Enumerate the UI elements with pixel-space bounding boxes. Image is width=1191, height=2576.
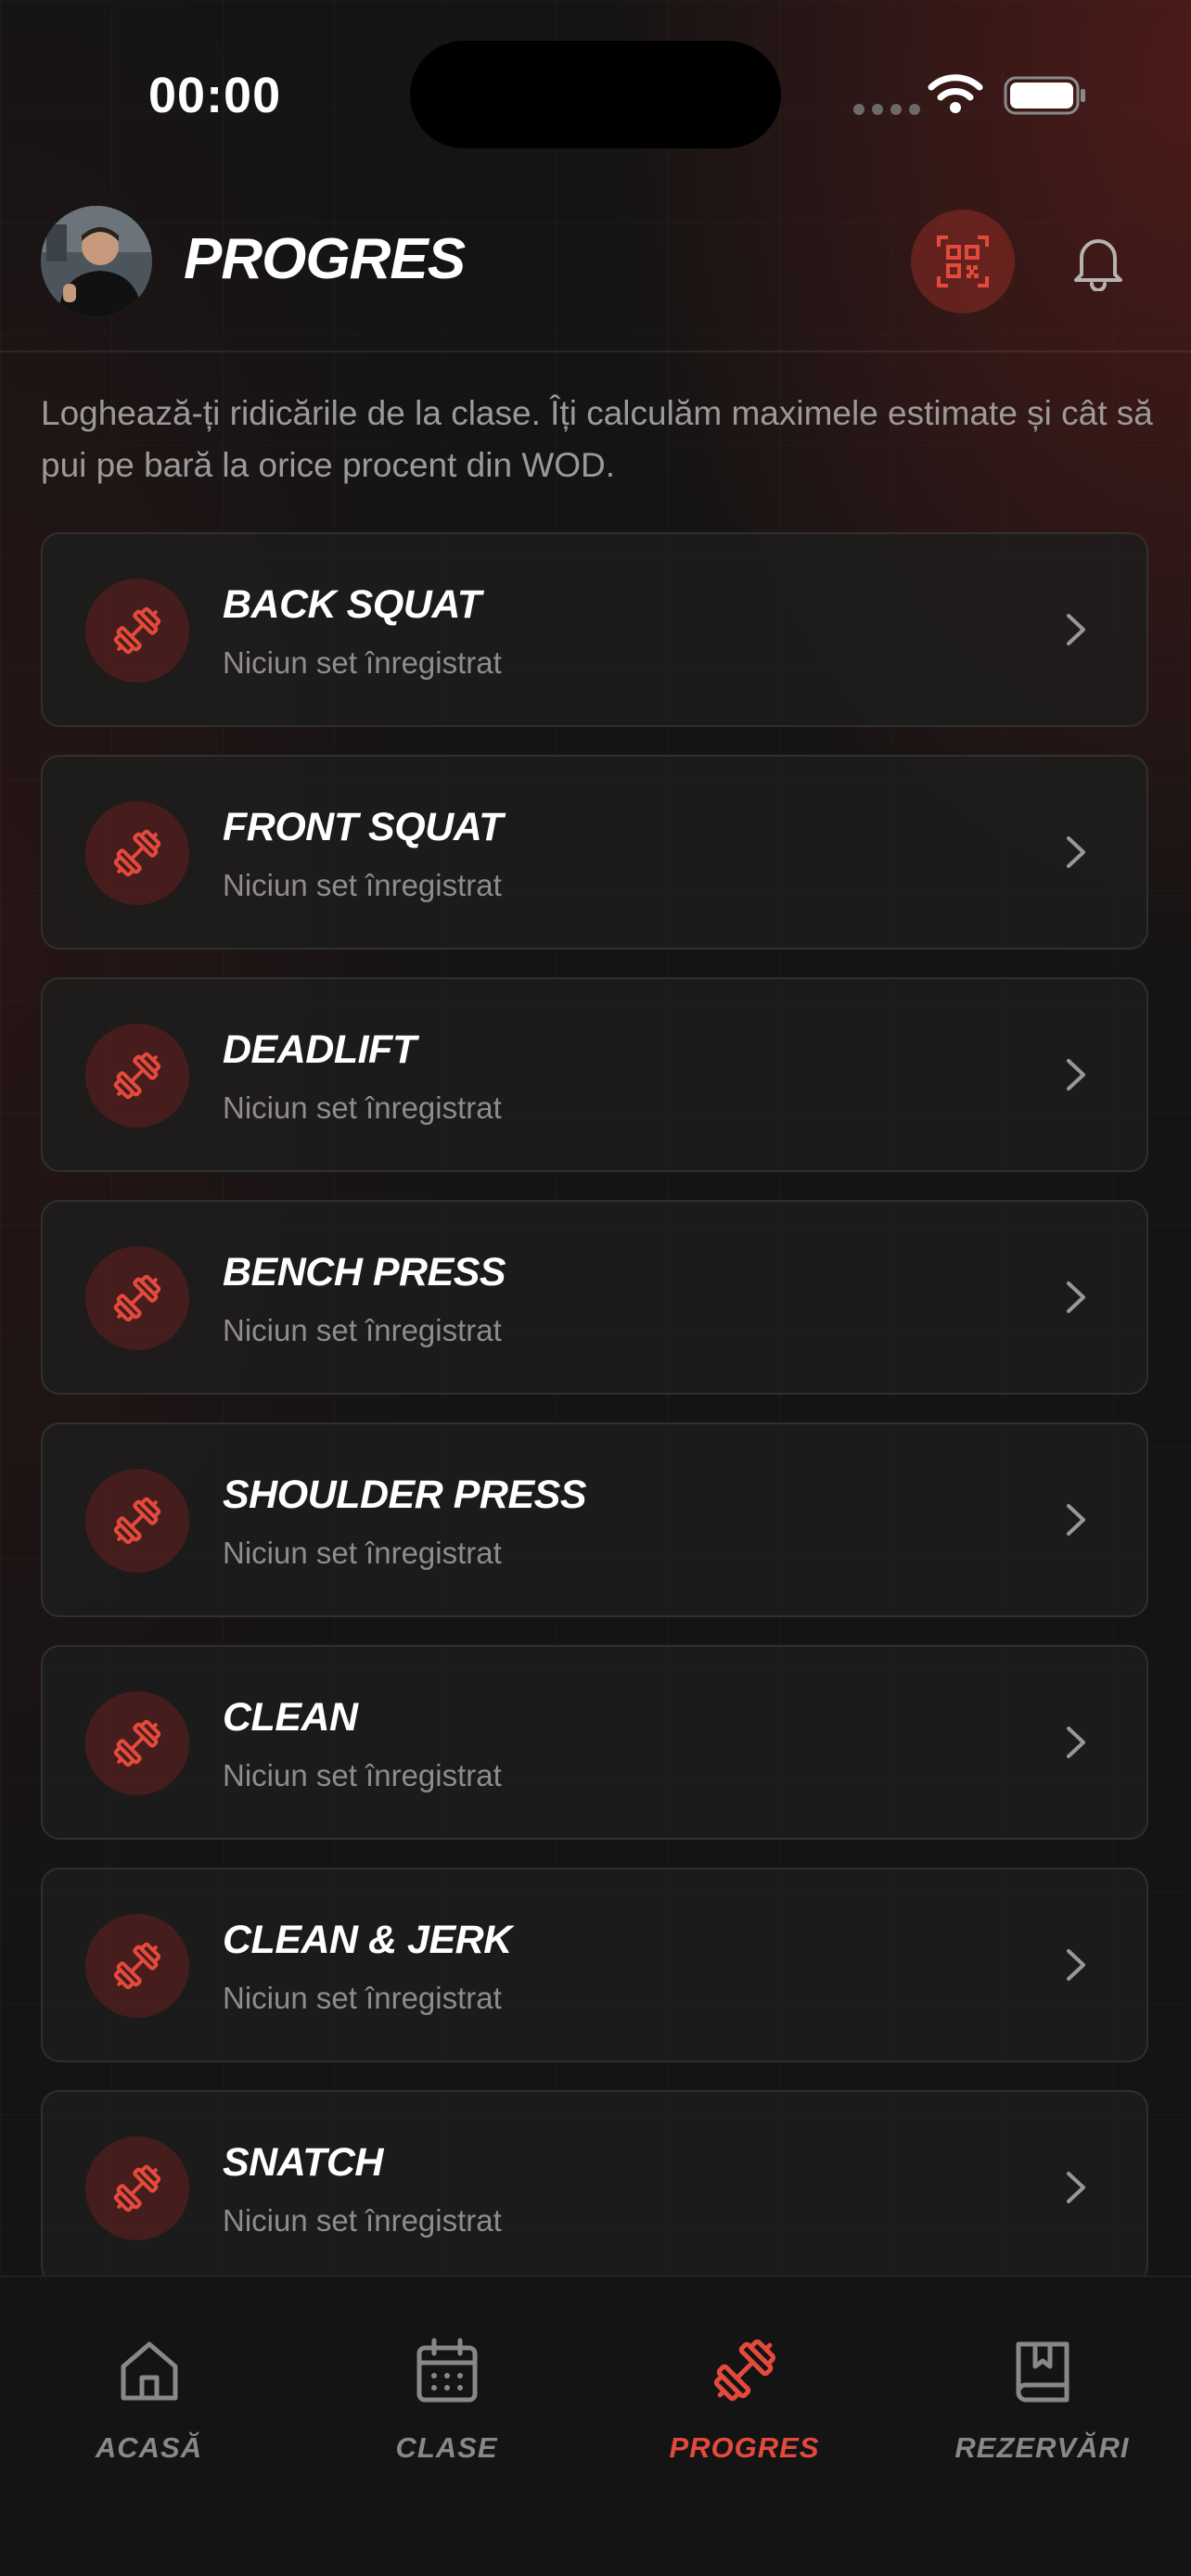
lift-name: FRONT SQUAT	[223, 805, 503, 849]
chevron-right-icon	[1067, 1949, 1085, 1981]
battery-icon	[1004, 76, 1085, 115]
dumbbell-icon	[85, 1469, 189, 1573]
lift-name: SNATCH	[223, 2140, 383, 2185]
wifi-icon	[928, 74, 983, 113]
dynamic-island	[410, 41, 781, 148]
lift-status: Niciun set înregistrat	[223, 1758, 502, 1792]
lift-name: BACK SQUAT	[223, 582, 481, 627]
book-bookmark-icon	[1016, 2341, 1069, 2403]
chevron-right-icon	[1067, 836, 1085, 868]
lift-name: CLEAN & JERK	[223, 1918, 512, 1962]
lift-card-clean-and-jerk[interactable]: CLEAN & JERK Niciun set înregistrat	[41, 1868, 1148, 2062]
tab-classes[interactable]: CLASE	[298, 2333, 596, 2519]
lift-status: Niciun set înregistrat	[223, 2203, 502, 2238]
chevron-right-icon	[1067, 2172, 1085, 2203]
tab-bookings[interactable]: REZERVĂRI	[893, 2333, 1191, 2519]
notifications-button[interactable]	[1046, 210, 1150, 313]
lift-card-front-squat[interactable]: FRONT SQUAT Niciun set înregistrat	[41, 755, 1148, 950]
app-header: PROGRES	[0, 185, 1191, 352]
bottom-tab-bar: ACASĂ CLASE PROGRES REZERVĂRI	[0, 2276, 1191, 2576]
tab-home-label: ACASĂ	[95, 2431, 203, 2464]
cellular-signal-icon	[853, 104, 920, 115]
chevron-right-icon	[1067, 1059, 1085, 1090]
lift-status: Niciun set înregistrat	[223, 645, 502, 680]
progress-screen: 00:00 PROGRES Loghează-ți ridicările de …	[0, 0, 1191, 2576]
lift-name: CLEAN	[223, 1695, 358, 1740]
lift-name: DEADLIFT	[223, 1027, 416, 1072]
tab-classes-label: CLASE	[395, 2431, 498, 2464]
status-bar: 00:00	[0, 0, 1191, 185]
lift-name: SHOULDER PRESS	[223, 1473, 587, 1517]
lift-card-shoulder-press[interactable]: SHOULDER PRESS Niciun set înregistrat	[41, 1422, 1148, 1617]
dumbbell-icon	[85, 1024, 189, 1128]
lift-status: Niciun set înregistrat	[223, 1313, 502, 1347]
lift-status: Niciun set înregistrat	[223, 868, 502, 902]
lift-status: Niciun set înregistrat	[223, 1090, 502, 1125]
chevron-right-icon	[1067, 1727, 1085, 1758]
lift-list: BACK SQUAT Niciun set înregistrat FRONT …	[41, 532, 1150, 2313]
tab-home[interactable]: ACASĂ	[0, 2333, 298, 2519]
page-title: PROGRES	[184, 227, 466, 291]
tab-progress[interactable]: PROGRES	[596, 2333, 893, 2519]
dumbbell-icon	[85, 801, 189, 905]
dumbbell-icon	[85, 1914, 189, 2018]
tab-bookings-label: REZERVĂRI	[954, 2431, 1130, 2464]
avatar[interactable]	[41, 206, 152, 317]
home-icon	[121, 2341, 177, 2401]
calendar-icon	[416, 2338, 477, 2403]
chevron-right-icon	[1067, 1504, 1085, 1536]
chevron-right-icon	[1067, 1282, 1085, 1313]
chevron-right-icon	[1067, 614, 1085, 645]
dumbbell-icon	[85, 579, 189, 682]
dumbbell-icon	[85, 1691, 189, 1795]
lift-card-back-squat[interactable]: BACK SQUAT Niciun set înregistrat	[41, 532, 1148, 727]
dumbbell-icon	[85, 1246, 189, 1350]
intro-description: Loghează-ți ridicările de la clase. Îți …	[41, 394, 1153, 484]
lift-card-snatch[interactable]: SNATCH Niciun set înregistrat	[41, 2090, 1148, 2285]
lift-name: BENCH PRESS	[223, 1250, 506, 1294]
bell-icon	[1074, 239, 1122, 291]
qr-code-icon	[937, 236, 989, 287]
lift-card-deadlift[interactable]: DEADLIFT Niciun set înregistrat	[41, 977, 1148, 1172]
lift-card-bench-press[interactable]: BENCH PRESS Niciun set înregistrat	[41, 1200, 1148, 1395]
lift-card-clean[interactable]: CLEAN Niciun set înregistrat	[41, 1645, 1148, 1840]
qr-code-button[interactable]	[911, 210, 1015, 313]
lift-status: Niciun set înregistrat	[223, 1536, 502, 1570]
user-avatar-icon	[41, 206, 152, 317]
status-time: 00:00	[148, 68, 282, 123]
tab-progress-label: PROGRES	[669, 2431, 820, 2464]
dumbbell-icon	[713, 2339, 775, 2402]
lift-status: Niciun set înregistrat	[223, 1981, 502, 2015]
dumbbell-icon	[85, 2136, 189, 2240]
